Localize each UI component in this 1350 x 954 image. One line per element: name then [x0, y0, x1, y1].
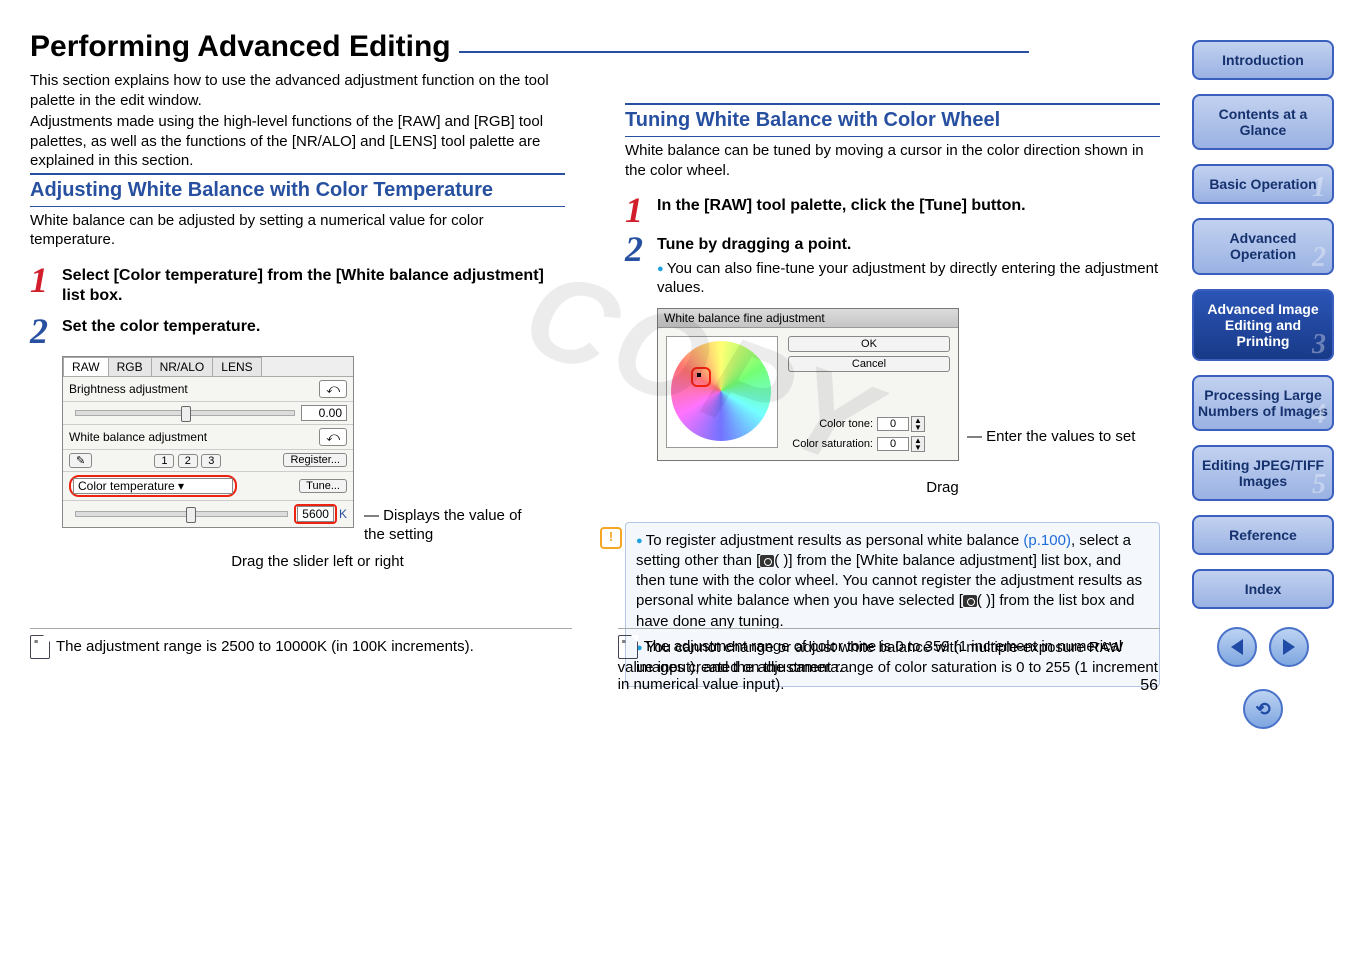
- tab-nralo[interactable]: NR/ALO: [151, 357, 214, 376]
- wheel-cursor[interactable]: [697, 373, 701, 377]
- color-sat-input[interactable]: 0: [877, 437, 909, 451]
- wb-label: White balance adjustment: [69, 430, 319, 444]
- color-sat-label: Color saturation:: [788, 438, 873, 450]
- tab-lens[interactable]: LENS: [212, 357, 261, 376]
- step-1-text: Select [Color temperature] from the [Whi…: [62, 266, 565, 308]
- link-p100[interactable]: (p.100): [1023, 532, 1071, 549]
- wheel-step-number-2: 2: [625, 235, 657, 298]
- nav-reference[interactable]: Reference: [1192, 515, 1334, 555]
- brightness-undo-button[interactable]: ⤺: [319, 380, 347, 398]
- brightness-label: Brightness adjustment: [69, 382, 319, 396]
- nav-advanced-image-editing[interactable]: Advanced Image Editing and Printing3: [1192, 289, 1334, 361]
- warn-text-1a: To register adjustment results as person…: [646, 532, 1024, 549]
- kelvin-slider[interactable]: [75, 511, 288, 517]
- slider-drag-caption: Drag the slider left or right: [70, 553, 565, 570]
- intro-text: This section explains how to use the adv…: [30, 71, 565, 171]
- dialog-title: White balance fine adjustment: [658, 309, 958, 328]
- step-number-2: 2: [30, 317, 62, 346]
- intro-paragraph-2: Adjustments made using the high-level fu…: [30, 112, 565, 171]
- camera-icon: [963, 595, 977, 607]
- wheel-step-2-text: Tune by dragging a point. You can also f…: [657, 235, 1160, 298]
- brightness-slider[interactable]: [75, 410, 295, 416]
- tab-rgb[interactable]: RGB: [108, 357, 152, 376]
- preset-3-button[interactable]: 3: [201, 454, 221, 468]
- page-number: 56: [1140, 677, 1158, 695]
- color-wheel-dialog: White balance fine adjustment OK Cancel: [657, 308, 959, 461]
- step-2-text: Set the color temperature.: [62, 317, 565, 346]
- footnote-icon: ≡: [30, 635, 50, 659]
- tune-button[interactable]: Tune...: [299, 479, 347, 493]
- cancel-button[interactable]: Cancel: [788, 356, 950, 372]
- footnote-icon: ≡: [618, 635, 638, 659]
- nav-contents[interactable]: Contents at a Glance: [1192, 94, 1334, 150]
- nav-introduction[interactable]: Introduction: [1192, 40, 1334, 80]
- nav-back-button[interactable]: ⟲: [1243, 689, 1283, 729]
- back-arrow-icon: ⟲: [1255, 699, 1270, 720]
- step-number-1: 1: [30, 266, 62, 308]
- section-lead-color-temp: White balance can be adjusted by setting…: [30, 211, 565, 250]
- nav-next-button[interactable]: [1269, 627, 1309, 667]
- section-heading-color-temp: Adjusting White Balance with Color Tempe…: [30, 179, 565, 202]
- register-button[interactable]: Register...: [283, 453, 347, 467]
- intro-paragraph-1: This section explains how to use the adv…: [30, 71, 565, 110]
- section-lead-color-wheel: White balance can be tuned by moving a c…: [625, 141, 1160, 180]
- nav-index[interactable]: Index: [1192, 569, 1334, 609]
- wb-undo-button[interactable]: ⤺: [319, 428, 347, 446]
- color-tone-input[interactable]: 0: [877, 417, 909, 431]
- side-nav: Introduction Contents at a Glance Basic …: [1192, 40, 1334, 729]
- preset-2-button[interactable]: 2: [178, 454, 198, 468]
- right-footnote: The adjustment range of color tone is 0 …: [618, 638, 1158, 693]
- kelvin-unit: K: [339, 507, 347, 521]
- triangle-left-icon: [1231, 639, 1243, 655]
- wheel-cursor-highlight: [691, 367, 711, 387]
- triangle-right-icon: [1283, 639, 1295, 655]
- tab-raw[interactable]: RAW: [63, 357, 109, 376]
- wheel-step-2-sub: You can also fine-tune your adjustment b…: [657, 259, 1160, 298]
- section-heading-color-wheel: Tuning White Balance with Color Wheel: [625, 109, 1160, 132]
- preset-1-button[interactable]: 1: [154, 454, 174, 468]
- color-wheel[interactable]: [666, 336, 778, 448]
- brightness-value: 0.00: [301, 405, 347, 421]
- page-title: Performing Advanced Editing: [30, 30, 451, 64]
- heading-rule: [459, 51, 1029, 53]
- palette-tabs: RAW RGB NR/ALO LENS: [63, 357, 353, 377]
- wb-dropdown-highlight: Color temperature ▾: [69, 475, 237, 497]
- wheel-step-number-1: 1: [625, 196, 657, 225]
- drag-caption: Drag: [725, 479, 1160, 496]
- nav-advanced-operation[interactable]: Advanced Operation2: [1192, 218, 1334, 274]
- eyedropper-button[interactable]: ✎: [69, 453, 92, 468]
- nav-editing-jpeg-tiff[interactable]: Editing JPEG/TIFF Images5: [1192, 445, 1334, 501]
- kelvin-value[interactable]: 5600: [297, 506, 334, 522]
- nav-prev-button[interactable]: [1217, 627, 1257, 667]
- color-sat-spinner[interactable]: ▲▼: [911, 436, 925, 452]
- nav-basic-operation[interactable]: Basic Operation1: [1192, 164, 1334, 204]
- wb-dropdown[interactable]: Color temperature ▾: [73, 478, 233, 494]
- warning-icon: !: [600, 527, 622, 549]
- color-tone-label: Color tone:: [788, 418, 873, 430]
- nav-processing-large-numbers[interactable]: Processing Large Numbers of Images4: [1192, 375, 1334, 431]
- left-footnote: The adjustment range is 2500 to 10000K (…: [56, 638, 474, 655]
- ok-button[interactable]: OK: [788, 336, 950, 352]
- camera-icon: [760, 555, 774, 567]
- color-tone-spinner[interactable]: ▲▼: [911, 416, 925, 432]
- enter-values-callout: — Enter the values to set: [967, 428, 1135, 445]
- wheel-step-1-text: In the [RAW] tool palette, click the [Tu…: [657, 196, 1160, 225]
- kelvin-callout: — Displays the value of the setting: [364, 506, 544, 545]
- kelvin-value-highlight: 5600: [294, 504, 337, 524]
- tool-palette-screenshot: RAW RGB NR/ALO LENS Brightness adjustmen…: [62, 356, 354, 528]
